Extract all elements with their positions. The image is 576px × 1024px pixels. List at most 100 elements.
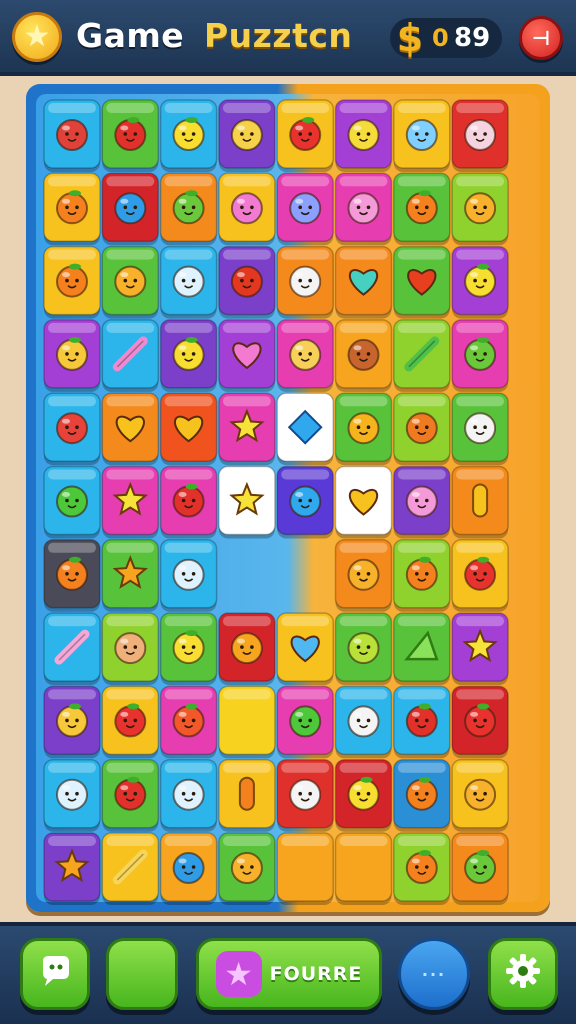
tile-tomato[interactable] (451, 685, 509, 759)
tile-lemon[interactable] (159, 99, 218, 172)
tile-empty[interactable] (276, 832, 334, 905)
find-button[interactable]: ★ FOURRE (196, 938, 382, 1010)
tile-apple[interactable] (159, 465, 218, 539)
tile-orange-ball[interactable] (101, 245, 160, 319)
tile-orange[interactable] (43, 539, 101, 612)
tile-lemon[interactable] (159, 319, 218, 392)
tile-shine (281, 469, 330, 480)
more-button[interactable]: ··· (398, 938, 470, 1010)
tile-slime[interactable] (334, 612, 393, 686)
tile-lemon-smile[interactable] (334, 99, 393, 172)
tile-empty[interactable] (218, 685, 276, 759)
tile-heart-yellow[interactable] (334, 465, 393, 539)
tile-pineapple[interactable] (43, 319, 101, 392)
tile-lime[interactable] (451, 832, 509, 905)
tile-snowflake[interactable] (159, 758, 218, 832)
tile-pencil[interactable] (393, 319, 451, 392)
settings-button[interactable] (488, 938, 558, 1010)
tile-star-yellow[interactable] (101, 465, 160, 539)
tile-pink-monster[interactable] (393, 465, 451, 539)
tile-orange[interactable] (43, 245, 101, 319)
tile-diamond[interactable] (276, 392, 334, 466)
chat-button[interactable] (20, 938, 90, 1010)
tile-radish[interactable] (451, 99, 509, 172)
tile-snowflake[interactable] (159, 539, 218, 612)
tile-capsule[interactable] (451, 465, 509, 539)
tile-orange[interactable] (43, 172, 101, 246)
tile-heart-red[interactable] (393, 245, 451, 319)
tile-pineapple[interactable] (43, 685, 101, 759)
tile-tomato[interactable] (451, 539, 509, 612)
tile-jar-red[interactable] (43, 392, 101, 466)
tile-cookie[interactable] (334, 319, 393, 392)
tile-pumpkin[interactable] (393, 392, 451, 466)
tile-green-monster[interactable] (43, 465, 101, 539)
tile-teddy[interactable] (101, 612, 160, 686)
tile-heart-yellow[interactable] (159, 392, 218, 466)
tile-balloon[interactable] (218, 612, 276, 686)
tile-peanut[interactable] (276, 319, 334, 392)
blank-button[interactable] (106, 938, 178, 1010)
tile-lemon[interactable] (451, 245, 509, 319)
tile-onion[interactable] (334, 392, 393, 466)
tile-green-monster[interactable] (276, 685, 334, 759)
highlight (353, 638, 362, 644)
fruit-body (114, 119, 147, 151)
tile-lemon[interactable] (334, 758, 393, 832)
tile-pink-blob[interactable] (218, 172, 276, 246)
tile-orange[interactable] (393, 172, 451, 246)
tile-tomato[interactable] (101, 685, 160, 759)
tile-apple[interactable] (393, 685, 451, 759)
tile-star-yellow[interactable] (218, 392, 276, 466)
tile-sparkle[interactable] (451, 612, 509, 686)
tile-heart-yellow[interactable] (101, 392, 160, 466)
tile-triangle[interactable] (393, 612, 451, 686)
tile-potion[interactable] (218, 99, 276, 172)
tile-strawberry[interactable] (276, 99, 334, 172)
tile-empty[interactable] (334, 832, 393, 905)
leaf-shape (477, 556, 490, 563)
tile-apple[interactable] (101, 758, 160, 832)
tile-blue-blob[interactable] (159, 832, 218, 905)
tile-brush[interactable] (101, 319, 160, 392)
tile-shine (106, 322, 155, 333)
tile-lime[interactable] (159, 172, 218, 246)
eye-left (298, 791, 303, 796)
tile-red-drop[interactable] (218, 245, 276, 319)
tile-stick[interactable] (101, 832, 160, 905)
tile-radish-white[interactable] (276, 245, 334, 319)
tile-orange[interactable] (393, 832, 451, 905)
tile-shine (397, 689, 446, 700)
tile-ghost[interactable] (334, 685, 393, 759)
tile-marshmallow[interactable] (451, 392, 509, 466)
tile-star-orange[interactable] (43, 832, 101, 905)
tile-orange-ball[interactable] (451, 172, 509, 246)
tile-heart-pink[interactable] (218, 319, 276, 392)
tile-candy-stick[interactable] (43, 612, 101, 686)
tile-apple[interactable] (101, 99, 160, 172)
tile-heart-teal[interactable] (334, 245, 393, 319)
tile-orange[interactable] (393, 758, 451, 832)
tile-drop-blue[interactable] (276, 465, 334, 539)
tile-lime[interactable] (451, 319, 509, 392)
tile-orange[interactable] (393, 539, 451, 612)
tile-ghost[interactable] (276, 758, 334, 832)
tile-muffin[interactable] (276, 172, 334, 246)
tile-lemon[interactable] (159, 612, 218, 686)
tile-carrot[interactable] (218, 758, 276, 832)
tile-orange-ball[interactable] (451, 758, 509, 832)
tile-cup[interactable] (393, 99, 451, 172)
tile-shine (48, 176, 96, 187)
tile-star-yellow[interactable] (218, 465, 276, 539)
tile-orange-red[interactable] (159, 685, 218, 759)
tile-orange-ball[interactable] (218, 832, 276, 905)
fruit-body (56, 265, 88, 298)
tile-blue-blob[interactable] (101, 172, 160, 246)
tile-star-orange[interactable] (101, 539, 160, 612)
tile-pink-egg[interactable] (334, 172, 393, 246)
tile-heart-blue[interactable] (276, 612, 334, 686)
tile-snowflake[interactable] (43, 758, 101, 832)
tile-monster-red[interactable] (43, 99, 101, 172)
tile-orange-ball[interactable] (334, 539, 393, 612)
tile-snowflake[interactable] (159, 245, 218, 319)
